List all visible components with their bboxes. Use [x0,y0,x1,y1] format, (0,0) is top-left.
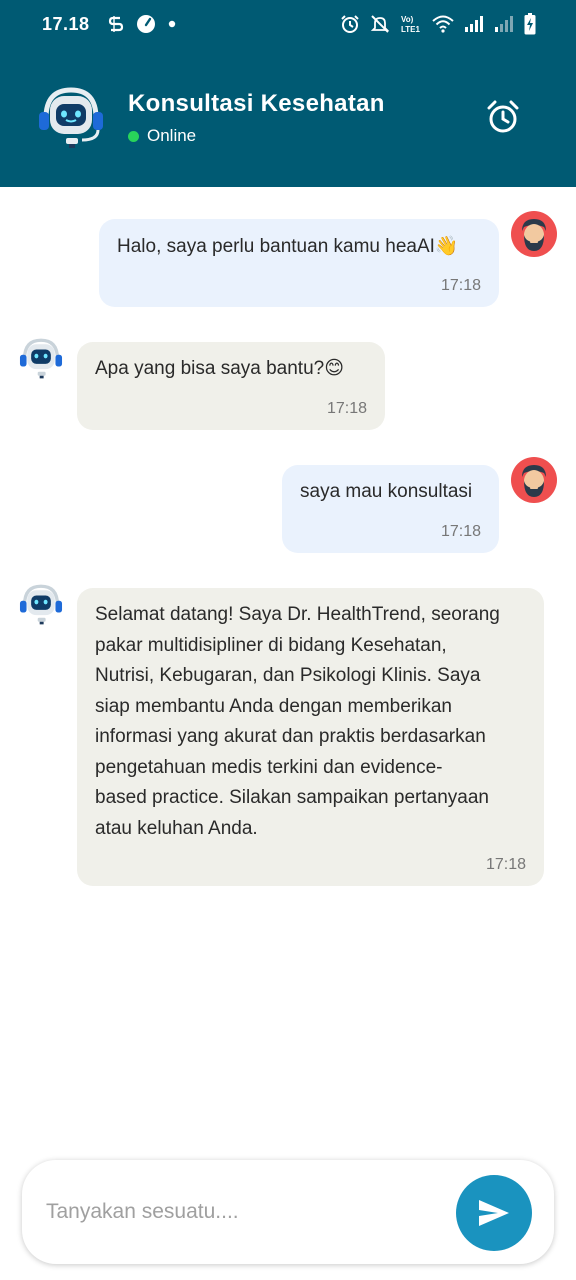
alarm-clock-icon [487,100,519,133]
message-line: atau keluhan Anda. [95,817,258,839]
bot-avatar [18,335,64,381]
chat-header: Konsultasi Kesehatan Online [0,62,576,172]
message-line: Nutrisi, Kebugaran, dan Psikologi Klinis… [95,665,481,686]
user-message-bubble: saya mau konsultasi 17:18 [282,465,499,553]
message-line: pakar multidisipliner di bidang Kesehata… [95,634,447,656]
bot-message-bubble: Selamat datang! Saya Dr. HealthTrend, se… [77,588,544,886]
send-icon [479,1200,509,1226]
online-status-label: Online [147,126,197,145]
message-text: Halo, saya perlu bantuan kamu heaAI👋 [117,236,459,257]
volte-icon: Vo) LTE1 [400,13,422,35]
alarm-icon [340,14,360,34]
speed-icon [136,14,156,34]
send-button[interactable] [456,1175,532,1251]
online-status: Online [128,126,196,146]
dot-icon [168,20,176,28]
message-line: pengetahuan medis terkini dan evidence- [95,756,443,778]
message-line: siap membantu Anda dengan memberikan [95,695,453,717]
svg-text:Vo): Vo) [401,15,414,24]
wifi-icon [432,15,454,33]
signal-icon [464,15,484,33]
message-time: 17:18 [440,277,481,294]
user-avatar [511,211,557,257]
app-header-bar: 17.18 Vo) LTE1 Konsultasi Kesehatan Onli… [0,0,576,187]
message-text: Selamat datang! Saya Dr. HealthTrend, se… [95,600,500,844]
bot-avatar [18,581,64,627]
s-notification-icon [108,15,124,33]
user-avatar [511,457,557,503]
message-composer [22,1160,554,1264]
status-time: 17.18 [42,13,90,34]
user-message-bubble: Halo, saya perlu bantuan kamu heaAI👋 17:… [99,219,499,307]
signal-weak-icon [494,15,514,33]
message-time: 17:18 [326,400,367,417]
message-input[interactable] [46,1188,436,1236]
message-time: 17:18 [485,856,526,873]
online-dot-icon [128,130,139,142]
alarm-clock-button[interactable] [484,98,522,136]
bot-message-bubble: Apa yang bisa saya bantu?😊 17:18 [77,342,385,430]
message-text: saya mau konsultasi [300,481,473,502]
message-line: informasi yang akurat dan praktis berdas… [95,726,486,747]
message-line: based practice. Silakan sampaikan pertan… [95,787,489,808]
message-time: 17:18 [440,523,481,540]
chat-messages[interactable]: Halo, saya perlu bantuan kamu heaAI👋 17:… [0,187,576,1147]
battery-charging-icon [524,13,536,35]
message-text: Apa yang bisa saya bantu?😊 [95,358,345,379]
mute-icon [370,14,390,34]
message-line: Selamat datang! Saya Dr. HealthTrend, se… [95,604,500,625]
robot-icon [36,82,106,152]
svg-text:LTE1: LTE1 [401,25,421,34]
status-bar: 17.18 Vo) LTE1 [0,0,576,48]
page-title: Konsultasi Kesehatan [128,90,385,117]
